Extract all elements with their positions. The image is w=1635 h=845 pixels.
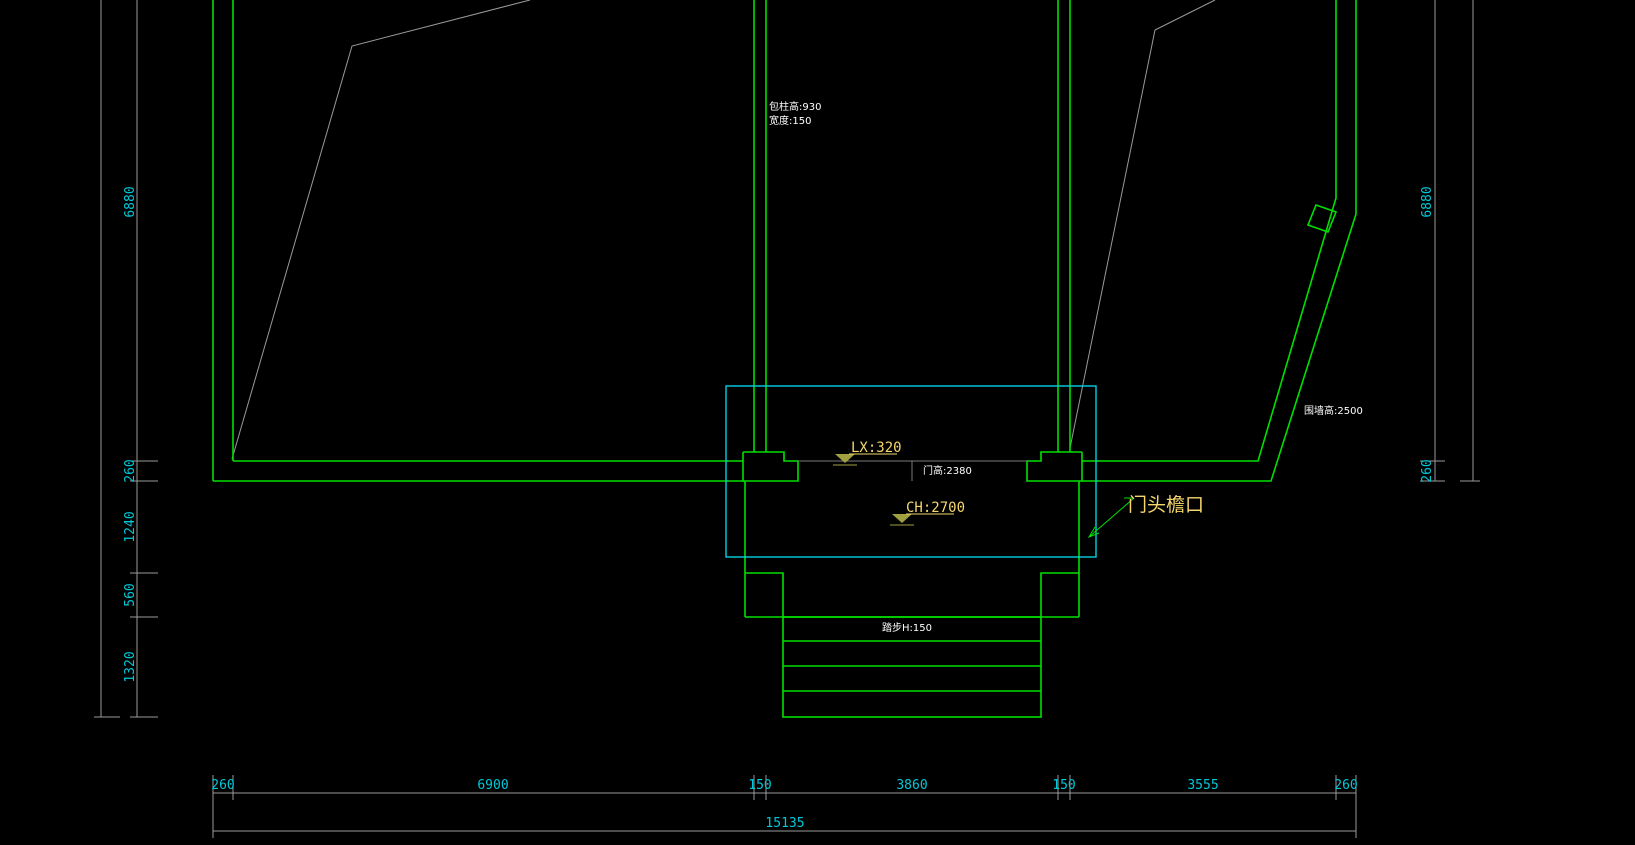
bottom-dim-150-left: 150 xyxy=(748,778,771,793)
bottom-dim-260-right: 260 xyxy=(1334,778,1357,793)
leader-lines xyxy=(231,0,1216,460)
left-dim-1320: 1320 xyxy=(123,651,138,682)
column-note-height: 包柱高:930 xyxy=(769,100,821,113)
lintel-elevation-label: LX:320 xyxy=(851,440,902,456)
bottom-dimension-texts: 260 6900 150 3860 150 3555 260 15135 xyxy=(211,778,1357,831)
door-threshold xyxy=(798,460,1027,481)
left-vertical-dimension-texts: 6880 260 1240 560 1320 xyxy=(123,186,138,682)
canopy-elevation-label: CH:2700 xyxy=(906,500,965,516)
bottom-dim-260-left: 260 xyxy=(211,778,234,793)
bottom-dim-150-right: 150 xyxy=(1052,778,1075,793)
right-vertical-dimension-lines xyxy=(1420,0,1480,482)
bottom-dim-3860: 3860 xyxy=(896,778,927,793)
left-dim-560: 560 xyxy=(123,583,138,606)
left-vertical-dimension-lines xyxy=(94,0,158,718)
bottom-dim-6900: 6900 xyxy=(477,778,508,793)
cad-drawing-canvas[interactable]: 6880 260 1240 560 1320 6880 260 260 6900… xyxy=(0,0,1635,845)
column-note-width: 宽度:150 xyxy=(769,114,811,127)
step-height-note: 踏步H:150 xyxy=(882,621,932,634)
left-dim-260: 260 xyxy=(123,459,138,482)
wall-height-note: 围墙高:2500 xyxy=(1304,404,1363,417)
left-dim-6880: 6880 xyxy=(123,186,138,217)
right-dim-260: 260 xyxy=(1420,459,1435,482)
canopy-elevation-marker[interactable]: CH:2700 xyxy=(890,500,965,526)
right-vertical-dimension-texts: 6880 260 xyxy=(1420,186,1435,482)
canopy-outline[interactable] xyxy=(725,385,1097,558)
door-eave-callout[interactable]: 门头檐口 xyxy=(1087,494,1204,539)
callout-label: 门头檐口 xyxy=(1128,494,1204,516)
total-dim-15135: 15135 xyxy=(765,816,804,831)
left-dim-1240: 1240 xyxy=(123,511,138,542)
bottom-dim-3555: 3555 xyxy=(1187,778,1218,793)
right-dim-6880: 6880 xyxy=(1420,186,1435,217)
door-height-note: 门高:2380 xyxy=(923,464,972,477)
annotations: 包柱高:930 宽度:150 围墙高:2500 门高:2380 踏步H:150 xyxy=(769,100,1363,634)
